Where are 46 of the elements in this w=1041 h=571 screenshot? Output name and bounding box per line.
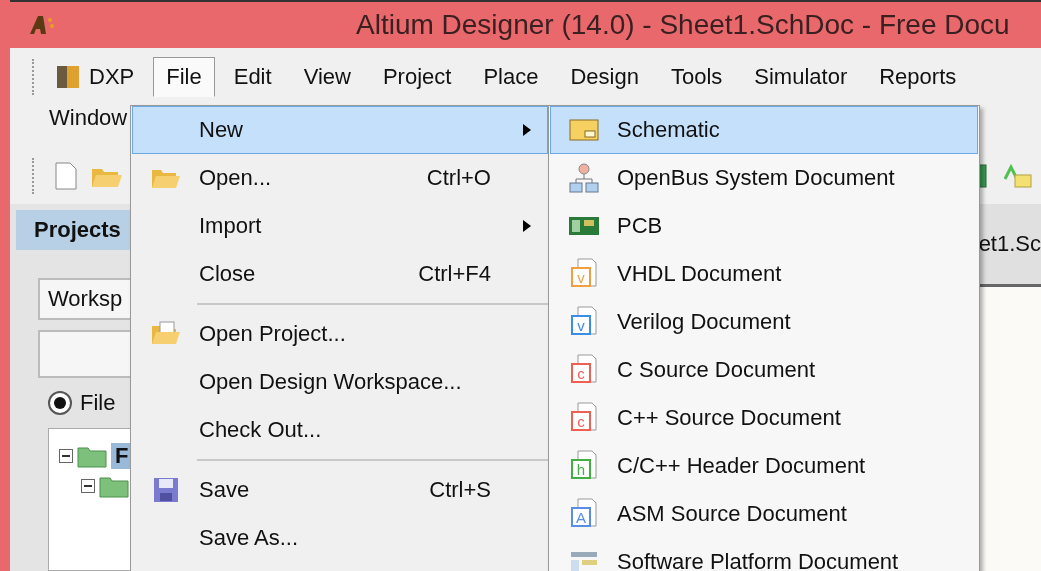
menu-entry[interactable]: Save Ctrl+S	[132, 466, 548, 514]
collapse-icon[interactable]	[59, 449, 73, 463]
window-title: Altium Designer (14.0) - Sheet1.SchDoc - Free Docu	[356, 9, 1010, 41]
panel-title: Projects	[34, 217, 121, 243]
folder-icon	[99, 474, 129, 498]
menu-entry[interactable]: A ASM Source Document	[550, 490, 978, 538]
collapse-icon[interactable]	[81, 479, 95, 493]
document-tab[interactable]: et1.Sc	[978, 231, 1041, 257]
platform-icon	[569, 551, 599, 571]
menu-item[interactable]: Project	[369, 57, 465, 97]
menu-entry[interactable]: OpenBus System Document	[550, 154, 978, 202]
menu-entry[interactable]: New	[132, 106, 548, 154]
network-icon	[568, 162, 600, 194]
shortcut-text: Ctrl+F4	[418, 261, 491, 287]
schematic-icon	[569, 119, 599, 141]
menu-entry[interactable]: PCB	[550, 202, 978, 250]
menu-entry[interactable]: Save As...	[132, 514, 548, 562]
menu-item[interactable]: Design	[557, 57, 652, 97]
menu-item[interactable]: File	[153, 57, 215, 97]
menu-entry[interactable]: h C/C++ Header Document	[550, 442, 978, 490]
menu-item[interactable]: Simulator	[741, 57, 861, 97]
save-icon	[152, 476, 180, 504]
shortcut-text: Ctrl+O	[426, 165, 491, 191]
menu-item[interactable]: Tools	[657, 57, 736, 97]
menu-item[interactable]: Reports	[866, 57, 970, 97]
tree-item[interactable]: F	[111, 443, 133, 469]
menu-entry[interactable]: c C++ Source Document	[550, 394, 978, 442]
dxp-menu[interactable]: DXP	[42, 56, 148, 98]
logo-icon	[28, 14, 56, 36]
menu-entry[interactable]: Open Design Workspace...	[132, 358, 548, 406]
menu-item[interactable]: View	[290, 57, 364, 97]
radio-label: File	[80, 390, 116, 416]
menu-item[interactable]: Place	[470, 57, 552, 97]
menu-entry[interactable]: Import	[132, 202, 548, 250]
menu-entry[interactable]: Open... Ctrl+O	[132, 154, 548, 202]
folder-icon	[77, 444, 107, 468]
menu-entry[interactable]: v Verilog Document	[550, 298, 978, 346]
menu-entry[interactable]: v VHDL Document	[550, 250, 978, 298]
menu-entry[interactable]: Check Out...	[132, 406, 548, 454]
radio-button[interactable]	[48, 391, 72, 415]
circuit-board-icon	[568, 214, 600, 238]
menu-entry[interactable]: Software Platform Document	[550, 538, 978, 571]
menu-item[interactable]: Edit	[220, 57, 285, 97]
menu-entry[interactable]: Schematic	[550, 106, 978, 154]
shortcut-text: Ctrl+S	[429, 477, 491, 503]
menu-entry[interactable]: c C Source Document	[550, 346, 978, 394]
